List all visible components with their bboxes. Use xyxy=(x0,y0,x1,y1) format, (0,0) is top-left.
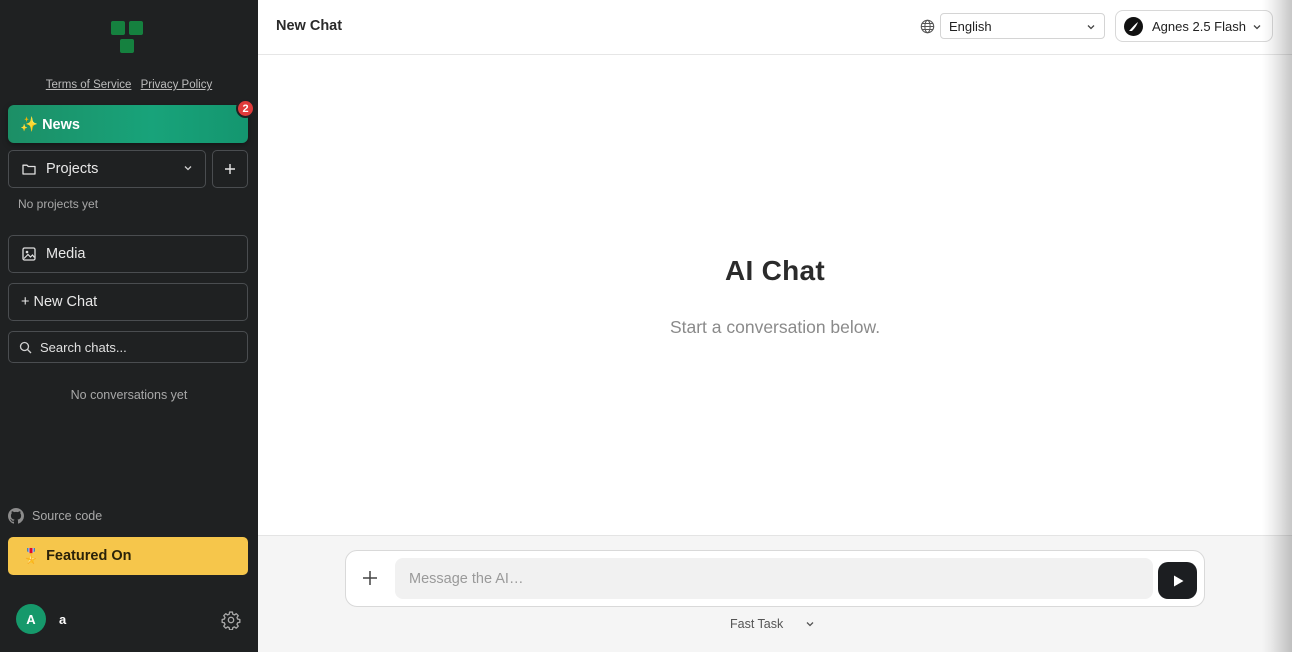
avatar: A xyxy=(16,604,46,634)
privacy-policy-link[interactable]: Privacy Policy xyxy=(141,79,213,91)
medal-icon: 🎖️ xyxy=(22,548,41,565)
media-label: Media xyxy=(46,246,86,262)
plus-icon[interactable] xyxy=(360,568,380,588)
media-button[interactable]: Media xyxy=(8,235,248,273)
language-select[interactable]: English xyxy=(940,13,1105,39)
source-code-link[interactable]: Source code xyxy=(8,508,102,524)
news-badge: 2 xyxy=(236,99,255,118)
user-name: a xyxy=(59,611,67,627)
user-profile[interactable]: A a xyxy=(16,604,66,634)
folder-icon xyxy=(22,164,36,175)
featured-on-button[interactable]: 🎖️ Featured On xyxy=(8,537,248,575)
mode-selector[interactable]: Fast Task xyxy=(730,617,815,631)
model-selector[interactable]: Agnes 2.5 Flash xyxy=(1115,10,1273,42)
terms-of-service-link[interactable]: Terms of Service xyxy=(46,79,132,91)
sidebar: Terms of Service Privacy Policy ✨ News 2… xyxy=(0,0,258,652)
composer-area: Fast Task xyxy=(258,535,1292,652)
search-icon xyxy=(19,341,32,353)
chat-heading: AI Chat xyxy=(724,255,826,286)
legal-links: Terms of Service Privacy Policy xyxy=(0,79,258,91)
no-projects-text: No projects yet xyxy=(18,197,99,211)
new-chat-button[interactable]: + New Chat xyxy=(8,283,248,321)
chat-subheading: Start a conversation below. xyxy=(669,317,881,337)
chevron-down-icon xyxy=(184,166,192,171)
message-input[interactable] xyxy=(395,558,1153,599)
language-select-value: English xyxy=(949,18,992,34)
search-chats xyxy=(8,331,248,363)
plus-icon xyxy=(225,164,235,174)
github-icon xyxy=(8,508,24,524)
globe-icon xyxy=(920,19,935,34)
model-logo-icon xyxy=(1124,16,1143,36)
chevron-down-icon xyxy=(1087,25,1095,30)
no-conversations-text: No conversations yet xyxy=(70,388,188,402)
add-project-button[interactable] xyxy=(212,150,248,188)
projects-label: Projects xyxy=(46,161,99,177)
chevron-down-icon xyxy=(806,622,814,627)
mode-label: Fast Task xyxy=(730,617,784,631)
send-button[interactable] xyxy=(1158,562,1197,599)
featured-on-label: Featured On xyxy=(46,548,132,564)
new-chat-label: + New Chat xyxy=(21,294,98,310)
chevron-down-icon xyxy=(1253,25,1261,30)
model-name: Agnes 2.5 Flash xyxy=(1152,18,1246,34)
play-icon xyxy=(1173,575,1183,586)
source-code-label: Source code xyxy=(32,509,103,523)
message-composer xyxy=(345,550,1205,607)
search-chats-input[interactable] xyxy=(40,339,230,355)
chat-main: AI Chat Start a conversation below. xyxy=(258,55,1292,535)
projects-dropdown[interactable]: Projects xyxy=(8,150,206,188)
page-title: New Chat xyxy=(276,18,343,34)
news-button[interactable]: ✨ News xyxy=(8,105,248,143)
image-icon xyxy=(22,247,36,261)
gear-icon[interactable] xyxy=(221,610,241,630)
app-logo[interactable] xyxy=(111,21,145,55)
top-header: New Chat English Agnes 2.5 Flash xyxy=(258,0,1292,55)
news-button-label: ✨ News xyxy=(20,116,80,133)
